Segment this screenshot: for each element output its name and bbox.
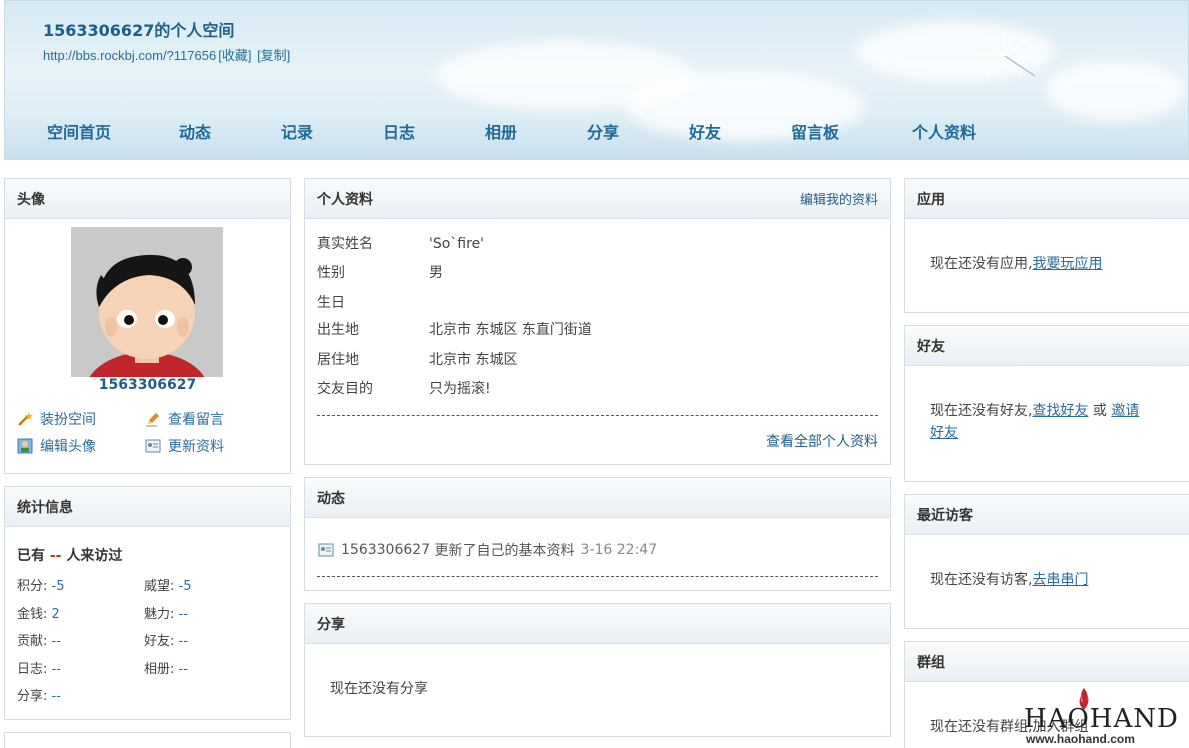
profile-row-realname: 真实姓名 'So`fire': [317, 236, 485, 252]
space-url[interactable]: http://bbs.rockbj.com/?117656: [43, 48, 216, 63]
stat-albums: 相册: --: [144, 662, 188, 677]
space-url-line: http://bbs.rockbj.com/?117656 [收藏] [复制]: [43, 45, 292, 64]
stat-points: 积分: -5: [17, 579, 65, 594]
feed-text: 更新了自己的基本资料: [434, 543, 575, 559]
stat-contribution: 贡献: --: [17, 634, 61, 649]
watermark-brand: HAOHAND: [1024, 704, 1179, 734]
visit-count: 已有 -- 人来访过: [17, 548, 123, 564]
friends-panel: 好友 现在还没有好友,查找好友 或 邀请 好友: [904, 325, 1189, 482]
share-empty-text: 现在还没有分享: [330, 681, 428, 697]
nav-item-guestbook[interactable]: 留言板: [791, 119, 839, 143]
nav-item-feed[interactable]: 动态: [179, 119, 211, 143]
action-label: 查看留言: [168, 412, 224, 428]
panel-header: 分享: [305, 604, 890, 644]
panel-header: 应用: [905, 179, 1189, 219]
profile-card-icon: [145, 439, 161, 453]
page-title: 1563306627的个人空间: [43, 21, 235, 40]
feed-user[interactable]: 1563306627: [341, 542, 430, 558]
watermark-site: www.haohand.com: [1026, 732, 1135, 746]
bookmark-link[interactable]: [收藏]: [218, 48, 251, 63]
avatar-panel: 头像 1563306627 装扮空间 查看留言 编辑头像 更新资料: [4, 178, 291, 474]
visit-around-link[interactable]: 去串串门: [1032, 572, 1088, 588]
avatar-image: [71, 227, 223, 377]
username[interactable]: 1563306627: [5, 377, 290, 393]
action-label: 更新资料: [168, 439, 224, 455]
feed-time: 3-16 22:47: [580, 542, 658, 558]
find-friends-link[interactable]: 查找好友: [1032, 403, 1088, 419]
apps-panel: 应用 现在还没有应用,我要玩应用: [904, 178, 1189, 313]
nav-item-friends[interactable]: 好友: [689, 119, 721, 143]
profile-row-birthplace: 出生地 北京市 东城区 东直门街道: [317, 322, 592, 338]
panel-title: 最近访客: [917, 507, 973, 524]
divider: [317, 576, 878, 577]
copy-link[interactable]: [复制]: [257, 48, 290, 63]
profile-row-birthday: 生日: [317, 295, 345, 311]
stat-money: 金钱: 2: [17, 607, 60, 622]
profile-row-gender: 性别男: [317, 265, 443, 281]
nav-item-blog[interactable]: 日志: [383, 119, 415, 143]
visitors-panel: 最近访客 现在还没有访客,去串串门: [904, 494, 1189, 629]
feed-entry: 1563306627 更新了自己的基本资料 3-16 22:47: [317, 540, 657, 560]
profile-card-icon: [318, 543, 334, 557]
space-nav: 空间首页 动态 记录 日志 相册 分享 好友 留言板 个人资料: [5, 119, 1188, 145]
view-all-profile-link[interactable]: 查看全部个人资料: [766, 431, 878, 451]
nav-item-home[interactable]: 空间首页: [47, 119, 111, 143]
panel-title: 应用: [917, 191, 945, 208]
cloud-decoration: [1045, 61, 1185, 121]
avatar-edit-icon: [17, 438, 33, 454]
invite-friends-link[interactable]: 邀请: [1111, 403, 1139, 419]
dress-up-space-link[interactable]: 装扮空间: [17, 409, 96, 429]
friends-empty-text: 现在还没有好友,查找好友 或 邀请 好友: [930, 403, 1140, 441]
panel-header: 头像: [5, 179, 290, 219]
panel-title: 分享: [317, 616, 345, 633]
stat-shares: 分享: --: [17, 689, 61, 704]
profile-row-purpose: 交友目的 只为摇滚!: [317, 381, 491, 397]
avatar[interactable]: [71, 227, 223, 377]
space-header: 1563306627的个人空间 http://bbs.rockbj.com/?1…: [4, 0, 1189, 160]
update-profile-link[interactable]: 更新资料: [145, 436, 224, 456]
play-apps-link[interactable]: 我要玩应用: [1032, 256, 1102, 272]
stat-blogs: 日志: --: [17, 662, 61, 677]
panel-header: 动态: [305, 478, 890, 518]
nav-item-records[interactable]: 记录: [281, 119, 313, 143]
stat-friends: 好友: --: [144, 634, 188, 649]
action-label: 装扮空间: [40, 412, 96, 428]
edit-profile-link[interactable]: 编辑我的资料: [800, 189, 878, 208]
pencil-icon: [146, 413, 159, 427]
profile-row-residence: 居住地 北京市 东城区: [317, 352, 518, 368]
dandelion-icon: [978, 30, 1035, 79]
profile-panel: 个人资料 编辑我的资料 真实姓名 'So`fire' 性别男 生日 出生地 北京市 …: [304, 178, 891, 465]
panel-header: 最近访客: [905, 495, 1189, 535]
share-panel: 分享 现在还没有分享: [304, 603, 891, 737]
divider: [317, 415, 878, 416]
panel-title: 动态: [317, 490, 345, 507]
panel-header: 个人资料 编辑我的资料: [305, 179, 890, 219]
magic-wand-icon: [18, 412, 33, 426]
action-label: 编辑头像: [40, 439, 96, 455]
panel-header: 统计信息: [5, 487, 290, 527]
nav-item-album[interactable]: 相册: [485, 119, 517, 143]
feed-panel: 动态 1563306627 更新了自己的基本资料 3-16 22:47: [304, 477, 891, 591]
panel-header: 群组: [905, 642, 1189, 682]
stat-prestige: 威望: -5: [144, 579, 192, 594]
haohand-watermark: HAOHAND www.haohand.com: [1024, 688, 1189, 748]
panel-title: 好友: [917, 338, 945, 355]
nav-item-share[interactable]: 分享: [587, 119, 619, 143]
view-messages-link[interactable]: 查看留言: [145, 409, 224, 429]
nav-item-profile[interactable]: 个人资料: [912, 119, 976, 143]
stat-charm: 魅力: --: [144, 607, 188, 622]
panel-title: 个人资料: [317, 191, 373, 208]
invite-friends-link-cont[interactable]: 好友: [930, 425, 958, 441]
panel-title: 头像: [17, 191, 45, 208]
stats-panel: 统计信息 已有 -- 人来访过 积分: -5 威望: -5 金钱: 2 魅力: …: [4, 486, 291, 720]
edit-avatar-link[interactable]: 编辑头像: [17, 436, 96, 456]
visitors-empty-text: 现在还没有访客,去串串门: [930, 572, 1089, 588]
panel-title: 统计信息: [17, 499, 73, 516]
next-panel-stub: [4, 732, 291, 748]
panel-header: 好友: [905, 326, 1189, 366]
apps-empty-text: 现在还没有应用,我要玩应用: [930, 256, 1103, 272]
panel-title: 群组: [917, 654, 945, 671]
